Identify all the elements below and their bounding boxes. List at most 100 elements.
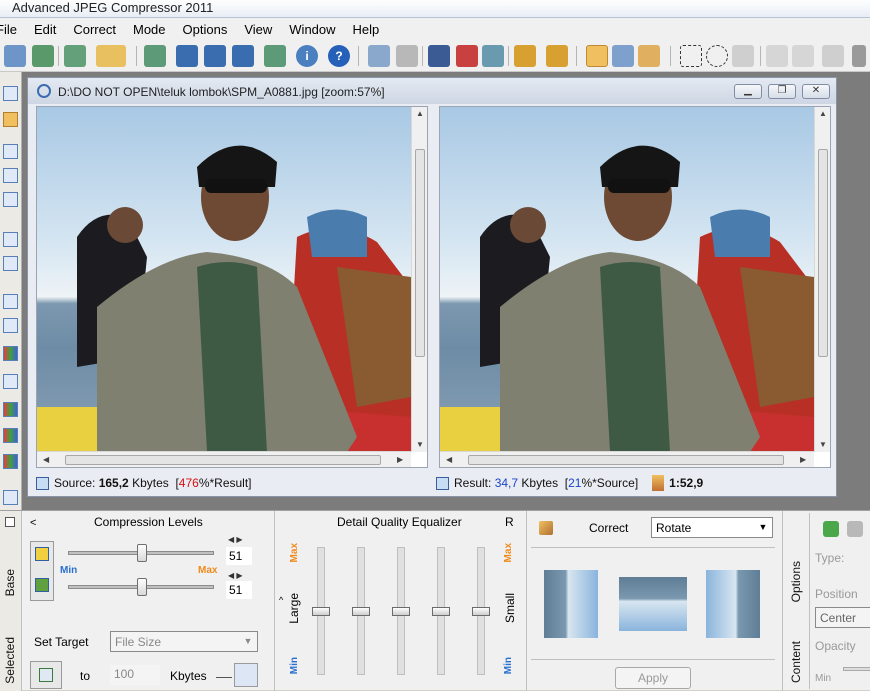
preview-eye-icon[interactable] bbox=[482, 45, 504, 67]
properties-icon[interactable] bbox=[546, 45, 568, 67]
tool-grid2-icon[interactable] bbox=[3, 318, 18, 333]
tool-channels-icon[interactable] bbox=[3, 374, 18, 389]
tool-select-icon[interactable] bbox=[3, 144, 18, 159]
resize-icon[interactable] bbox=[456, 45, 478, 67]
eq-band-3-knob[interactable] bbox=[392, 607, 410, 616]
star-quality-icon[interactable] bbox=[35, 547, 49, 561]
restore-button[interactable]: ❐ bbox=[768, 84, 796, 99]
rotate-270-thumbnail[interactable] bbox=[706, 570, 760, 638]
menu-window[interactable]: Window bbox=[280, 22, 343, 37]
correct-mode-select[interactable]: Rotate ▼ bbox=[651, 517, 773, 538]
minimize-button[interactable]: ▁ bbox=[734, 84, 762, 99]
cascade-icon[interactable] bbox=[396, 45, 418, 67]
scroll-down-icon[interactable]: ▼ bbox=[819, 440, 827, 449]
apply-target-button[interactable] bbox=[30, 661, 62, 689]
invert-select-icon[interactable] bbox=[792, 45, 814, 67]
scroll-up-icon[interactable]: ▲ bbox=[819, 109, 827, 118]
crop-icon[interactable] bbox=[428, 45, 450, 67]
save-icon[interactable] bbox=[176, 45, 198, 67]
import-icon[interactable] bbox=[264, 45, 286, 67]
menu-view[interactable]: View bbox=[235, 22, 280, 37]
result-vscroll-thumb[interactable] bbox=[818, 149, 828, 357]
source-vertical-scrollbar[interactable]: ▲ ▼ bbox=[411, 107, 427, 452]
panel-toggle-icon[interactable] bbox=[5, 517, 15, 527]
lasso-icon[interactable] bbox=[732, 45, 754, 67]
compression-level-1[interactable]: 51 bbox=[226, 547, 252, 565]
tool-misc-icon[interactable] bbox=[3, 490, 18, 505]
eq-band-2-knob[interactable] bbox=[352, 607, 370, 616]
remove-watermark-icon[interactable] bbox=[847, 521, 863, 537]
pattern-quality-icon[interactable] bbox=[35, 578, 49, 592]
menu-options[interactable]: Options bbox=[174, 22, 236, 37]
scroll-down-icon[interactable]: ▼ bbox=[416, 440, 424, 449]
tool-layer-icon[interactable] bbox=[3, 232, 18, 247]
tool-levels-icon[interactable] bbox=[3, 428, 18, 443]
export-icon[interactable] bbox=[144, 45, 166, 67]
menu-correct[interactable]: Correct bbox=[64, 22, 124, 37]
target-options-button[interactable] bbox=[234, 663, 258, 687]
eq-band-4-knob[interactable] bbox=[432, 607, 450, 616]
scroll-up-icon[interactable]: ▲ bbox=[416, 109, 424, 118]
menu-help[interactable]: Help bbox=[344, 22, 388, 37]
ellipse-select-icon[interactable] bbox=[706, 45, 728, 67]
add-watermark-icon[interactable] bbox=[823, 521, 839, 537]
rotate-90-thumbnail[interactable] bbox=[544, 570, 598, 638]
scroll-left-icon[interactable]: ◀ bbox=[446, 455, 452, 464]
tool-select-add-icon[interactable] bbox=[3, 168, 18, 183]
result-vertical-scrollbar[interactable]: ▲ ▼ bbox=[814, 107, 830, 452]
open-icon[interactable] bbox=[4, 45, 26, 67]
result-image-pane[interactable]: ▲ ▼ ◀ ▶ bbox=[439, 106, 831, 468]
edit-icon[interactable] bbox=[514, 45, 536, 67]
folder-icon[interactable] bbox=[96, 45, 126, 67]
collapse-button[interactable]: < bbox=[30, 517, 36, 529]
help-icon[interactable]: ? bbox=[328, 45, 350, 67]
tile-icon[interactable] bbox=[368, 45, 390, 67]
scroll-left-icon[interactable]: ◀ bbox=[43, 455, 49, 464]
tab-selected[interactable]: Selected bbox=[3, 637, 17, 684]
equalizer-reset[interactable]: R bbox=[505, 515, 514, 529]
save-as-icon[interactable] bbox=[204, 45, 226, 67]
source-image-pane[interactable]: ▲ ▼ ◀ ▶ bbox=[36, 106, 428, 468]
tab-options[interactable]: Options bbox=[789, 561, 803, 602]
result-horizontal-scrollbar[interactable]: ◀ ▶ bbox=[440, 451, 814, 467]
scroll-right-icon[interactable]: ▶ bbox=[800, 455, 806, 464]
tool-wand-icon[interactable] bbox=[3, 112, 18, 127]
eq-band-5-knob[interactable] bbox=[472, 607, 490, 616]
apply-button[interactable]: Apply bbox=[615, 667, 691, 689]
rect-select-icon[interactable] bbox=[680, 45, 702, 67]
tool-select-sub-icon[interactable] bbox=[3, 192, 18, 207]
hand-icon[interactable] bbox=[586, 45, 608, 67]
position-select[interactable]: Center bbox=[815, 607, 870, 628]
rotate-180-thumbnail[interactable] bbox=[619, 577, 687, 631]
target-value-input[interactable]: 100 bbox=[110, 665, 160, 685]
menu-edit[interactable]: Edit bbox=[25, 22, 64, 37]
eq-band-1-knob[interactable] bbox=[312, 607, 330, 616]
compression-level-2[interactable]: 51 bbox=[226, 581, 252, 599]
target-mode-select[interactable]: File Size ▼ bbox=[110, 631, 258, 652]
source-hscroll-thumb[interactable] bbox=[65, 455, 381, 465]
batch-icon[interactable] bbox=[32, 45, 54, 67]
menu-mode[interactable]: Mode bbox=[124, 22, 174, 37]
overflow-icon[interactable] bbox=[852, 45, 866, 67]
menu-file[interactable]: File bbox=[0, 22, 25, 37]
tool-zoom-icon[interactable] bbox=[3, 86, 18, 101]
zoom-in-icon[interactable] bbox=[612, 45, 634, 67]
compression-slider-1-knob[interactable] bbox=[137, 544, 148, 562]
tab-base[interactable]: Base bbox=[3, 569, 17, 596]
compression-slider-2-knob[interactable] bbox=[137, 578, 148, 596]
save-all-icon[interactable] bbox=[232, 45, 254, 67]
source-vscroll-thumb[interactable] bbox=[415, 149, 425, 357]
tool-grid-icon[interactable] bbox=[3, 294, 18, 309]
tool-color-icon[interactable] bbox=[3, 346, 18, 361]
close-button[interactable]: ✕ bbox=[802, 84, 830, 99]
tab-content[interactable]: Content bbox=[789, 641, 803, 683]
tool-histogram-icon[interactable] bbox=[3, 402, 18, 417]
tool-layer-copy-icon[interactable] bbox=[3, 256, 18, 271]
tool-curves-icon[interactable] bbox=[3, 454, 18, 469]
settings-icon[interactable] bbox=[822, 45, 844, 67]
opacity-slider[interactable] bbox=[843, 667, 870, 671]
result-hscroll-thumb[interactable] bbox=[468, 455, 784, 465]
scroll-right-icon[interactable]: ▶ bbox=[397, 455, 403, 464]
info-icon[interactable]: i bbox=[296, 45, 318, 67]
clear-select-icon[interactable] bbox=[766, 45, 788, 67]
